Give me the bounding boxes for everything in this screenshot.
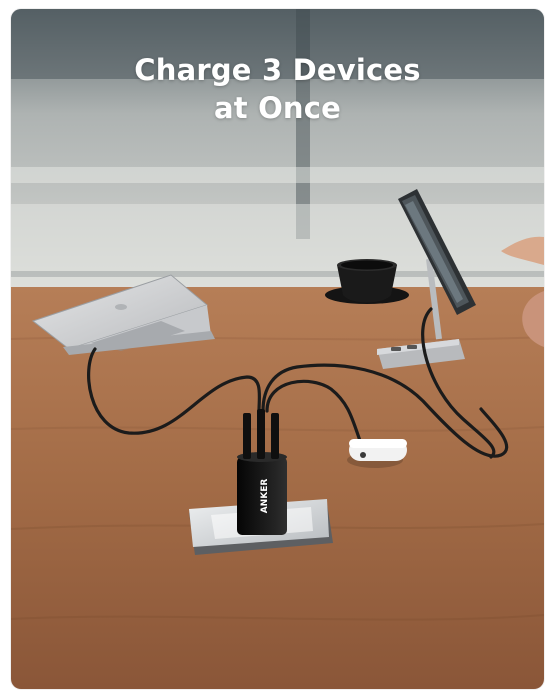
headline-line-2: at Once bbox=[213, 91, 342, 125]
headline-line-1: Charge 3 Devices bbox=[134, 53, 421, 87]
earbuds-case-icon bbox=[347, 439, 407, 468]
product-image: ANKER Charge 3 Devices at Once bbox=[11, 9, 544, 689]
brand-logo: ANKER bbox=[260, 479, 270, 514]
headline: Charge 3 Devices at Once bbox=[11, 51, 544, 127]
